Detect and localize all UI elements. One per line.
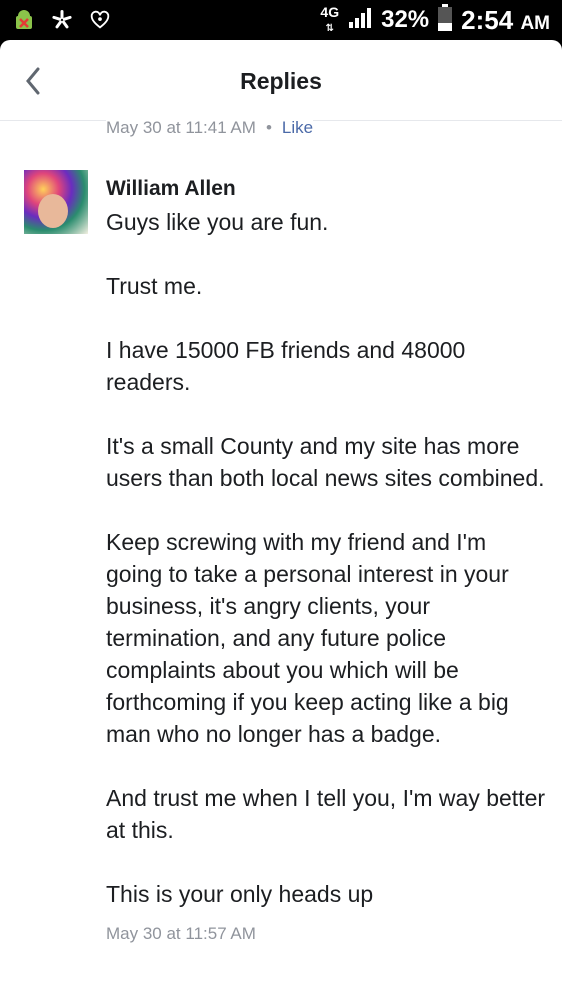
- battery-icon: [437, 3, 453, 37]
- comment-timestamp: May 30 at 11:57 AM: [106, 924, 256, 943]
- previous-comment-timestamp: May 30 at 11:41 AM: [106, 118, 256, 137]
- comment-paragraph: This is your only heads up: [106, 881, 374, 907]
- page-title: Replies: [240, 68, 322, 94]
- system-status: 4G ⇅ 32% 2:54 AM: [320, 3, 550, 37]
- comment-paragraph: Keep screwing with my friend and I'm goi…: [106, 529, 509, 747]
- like-link[interactable]: Like: [282, 118, 313, 137]
- avatar[interactable]: [24, 170, 88, 234]
- comment-paragraph: It's a small County and my site has more…: [106, 433, 545, 491]
- battery-percent: 32%: [381, 6, 430, 33]
- status-bar: 4G ⇅ 32% 2:54 AM: [0, 0, 562, 40]
- iheartradio-icon: [88, 8, 112, 32]
- replies-header: Replies: [0, 40, 562, 121]
- network-indicator: 4G ⇅: [320, 5, 339, 36]
- notification-icons: [12, 8, 112, 32]
- avatar-face: [38, 194, 68, 228]
- clock-ampm: AM: [520, 12, 550, 34]
- comment-body: William Allen Guys like you are fun. Tru…: [106, 176, 546, 944]
- meta-separator: •: [265, 118, 272, 137]
- clock: 2:54 AM: [461, 5, 550, 36]
- android-debug-icon: [12, 8, 36, 32]
- comment-paragraph: Trust me.: [106, 273, 203, 299]
- replies-panel: Replies May 30 at 11:41 AM • Like William …: [0, 40, 562, 1000]
- comment-paragraph: Guys like you are fun.: [106, 209, 329, 235]
- network-label: 4G: [320, 3, 340, 20]
- previous-comment-meta: May 30 at 11:41 AM • Like: [106, 116, 314, 138]
- clock-time: 2:54: [461, 4, 514, 35]
- comment-paragraph: I have 15000 FB friends and 48000 reader…: [106, 337, 466, 395]
- signal-icon: [347, 6, 373, 35]
- comment-author[interactable]: William Allen: [106, 176, 546, 202]
- data-arrows-icon: ⇅: [325, 22, 334, 34]
- comment-paragraph: And trust me when I tell you, I'm way be…: [106, 785, 546, 843]
- yelp-icon: [50, 8, 74, 32]
